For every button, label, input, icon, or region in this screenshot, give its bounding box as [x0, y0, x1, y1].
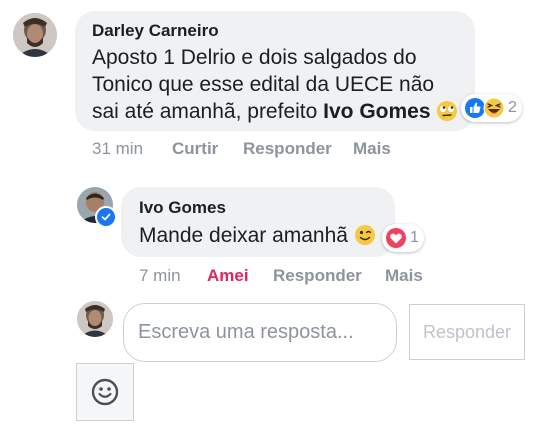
reply-input[interactable]: Escreva uma resposta...	[123, 303, 397, 362]
reply-input-placeholder: Escreva uma resposta...	[138, 321, 354, 343]
comment-text: Mande deixar amanhã	[139, 222, 376, 249]
comment-author-name[interactable]: Darley Carneiro	[92, 21, 219, 41]
rolling-eyes-emoji-icon	[436, 100, 458, 122]
avatar-current-user	[77, 301, 113, 337]
comment-timestamp[interactable]: 7 min	[139, 266, 181, 286]
reactions-summary[interactable]: 2	[461, 94, 522, 122]
love-reaction-icon	[386, 228, 406, 248]
reply-button[interactable]: Responder	[243, 139, 332, 159]
comment-text-segment: Mande deixar amanhã	[139, 224, 354, 247]
comment-text: Aposto 1 Delrio e dois salgados do Tonic…	[92, 44, 472, 125]
mention-ivo-gomes[interactable]: Ivo Gomes	[323, 100, 430, 123]
comment-author-name[interactable]: Ivo Gomes	[139, 198, 226, 218]
reaction-count: 1	[410, 229, 419, 246]
comment-text-segment: sai até amanhã, prefeito	[92, 100, 324, 123]
more-button[interactable]: Mais	[385, 266, 423, 286]
love-reacted-button[interactable]: Amei	[207, 266, 249, 286]
reaction-count: 2	[508, 99, 517, 116]
smiley-icon	[91, 378, 119, 406]
verified-badge-icon	[95, 206, 117, 228]
comment-text-line: sai até amanhã, prefeito Ivo Gomes	[92, 98, 472, 125]
submit-reply-button[interactable]: Responder	[409, 304, 525, 360]
reply-button[interactable]: Responder	[273, 266, 362, 286]
avatar-darley[interactable]	[13, 13, 57, 57]
comment-text-line: Aposto 1 Delrio e dois salgados do	[92, 46, 417, 69]
emoji-picker-button[interactable]	[76, 363, 134, 421]
comment-text-line: Tonico que esse edital da UECE não	[92, 73, 435, 96]
haha-reaction-icon	[483, 97, 505, 119]
reactions-summary[interactable]: 1	[382, 224, 424, 252]
wink-emoji-icon	[354, 224, 376, 246]
comment-timestamp[interactable]: 31 min	[92, 139, 143, 159]
like-button[interactable]: Curtir	[172, 139, 218, 159]
more-button[interactable]: Mais	[353, 139, 391, 159]
